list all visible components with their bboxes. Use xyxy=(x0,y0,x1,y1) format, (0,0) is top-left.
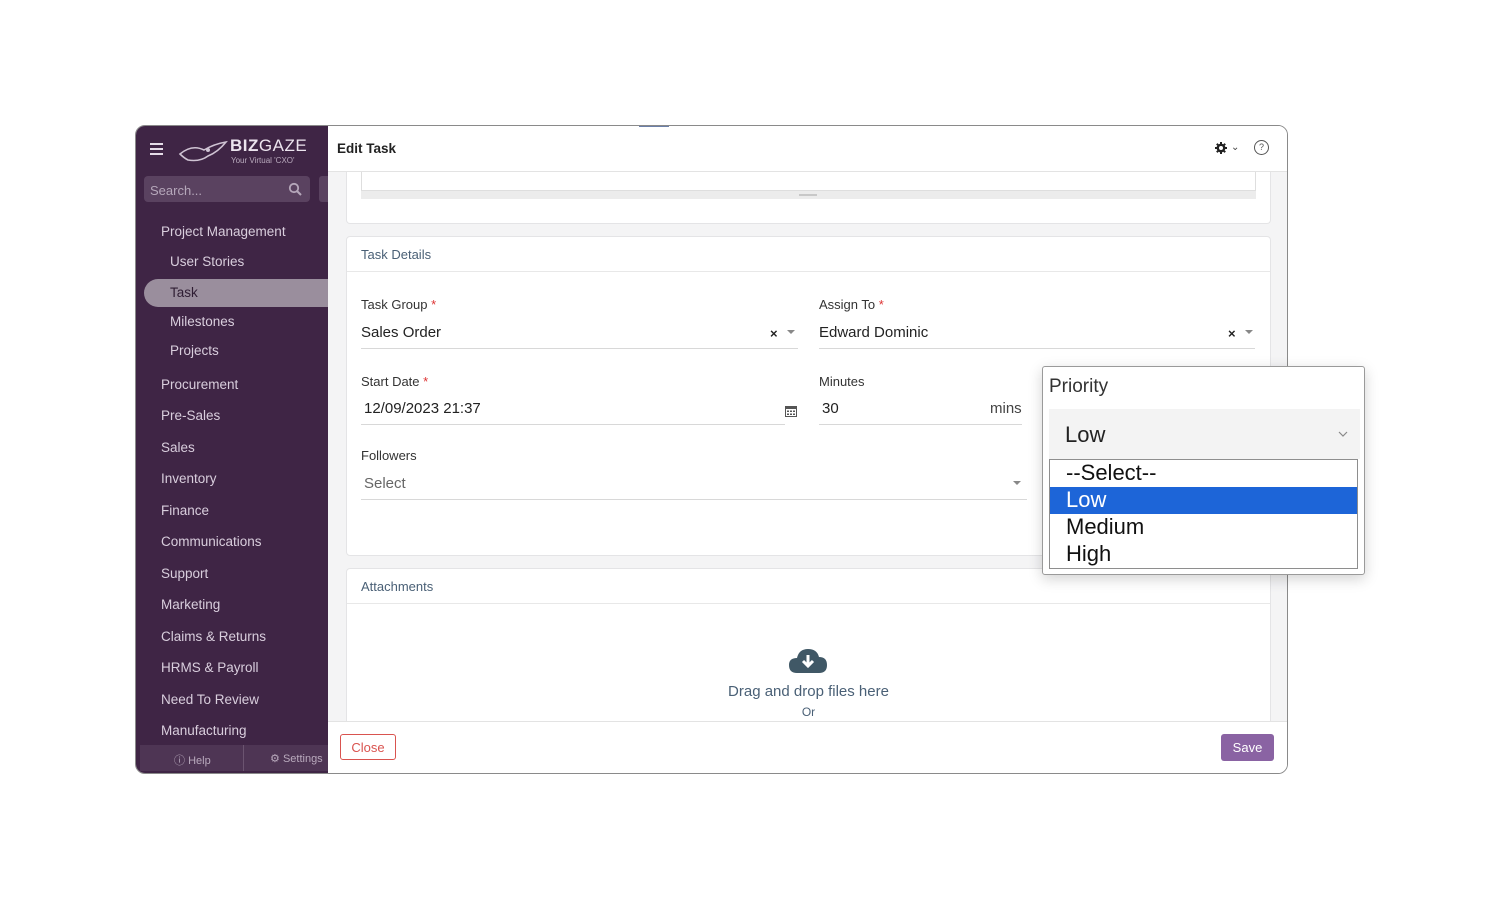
task-group-select[interactable]: Sales Order × xyxy=(361,318,798,349)
settings-link[interactable]: ⚙ Settings xyxy=(270,752,323,765)
sidebar-item-procurement[interactable]: Procurement xyxy=(161,377,238,392)
sidebar-item-need-to-review[interactable]: Need To Review xyxy=(161,692,259,707)
followers-placeholder: Select xyxy=(364,475,406,492)
description-card xyxy=(346,166,1271,224)
priority-option-select[interactable]: --Select-- xyxy=(1050,460,1357,487)
sidebar-item-projects[interactable]: Projects xyxy=(170,343,219,358)
priority-label: Priority xyxy=(1049,376,1109,397)
sidebar-item-marketing[interactable]: Marketing xyxy=(161,597,220,612)
sidebar-item-label: Task xyxy=(170,285,198,300)
minutes-label: Minutes xyxy=(819,374,865,389)
top-indicator xyxy=(639,126,669,127)
search-icon[interactable] xyxy=(288,182,302,196)
search-input[interactable] xyxy=(148,180,282,200)
sidebar: BIZGAZE Your Virtual 'CXO' Project Manag… xyxy=(136,126,334,773)
minutes-input[interactable]: 30 mins xyxy=(819,394,1022,425)
drag-drop-text: Drag and drop files here xyxy=(728,683,889,700)
assign-to-label: Assign To * xyxy=(819,297,884,312)
footer-divider xyxy=(243,745,244,771)
clear-icon[interactable]: × xyxy=(770,326,778,341)
or-text: Or xyxy=(801,705,816,719)
editor-resize-handle[interactable] xyxy=(361,191,1256,199)
task-group-label: Task Group * xyxy=(361,297,437,312)
priority-option-medium[interactable]: Medium xyxy=(1050,514,1357,541)
priority-options-list: --Select-- Low Medium High xyxy=(1049,459,1358,569)
brand-tagline: Your Virtual 'CXO' xyxy=(231,156,295,165)
cloud-download-icon[interactable] xyxy=(787,645,829,677)
calendar-icon[interactable] xyxy=(785,405,797,417)
clear-icon[interactable]: × xyxy=(1228,326,1236,341)
dialog-header: Edit Task ⌄ ? xyxy=(328,126,1287,172)
assign-to-value: Edward Dominic xyxy=(819,324,929,341)
close-button[interactable]: Close xyxy=(340,734,396,760)
section-title: Attachments xyxy=(361,579,434,594)
bizgaze-logo[interactable]: BIZGAZE Your Virtual 'CXO' xyxy=(178,136,318,168)
sidebar-item-pre-sales[interactable]: Pre-Sales xyxy=(161,408,220,423)
sidebar-item-support[interactable]: Support xyxy=(161,566,208,581)
help-icon[interactable]: ? xyxy=(1254,140,1269,155)
gear-icon[interactable] xyxy=(1215,142,1227,154)
caret-down-icon[interactable] xyxy=(1245,330,1253,334)
page-title: Edit Task xyxy=(337,141,397,156)
task-group-value: Sales Order xyxy=(361,324,442,341)
start-date-input[interactable]: 12/09/2023 21:37 xyxy=(361,394,785,425)
section-title: Task Details xyxy=(361,247,432,262)
sidebar-collapse-handle[interactable] xyxy=(319,176,328,202)
caret-down-icon[interactable] xyxy=(1013,481,1021,485)
start-date-label: Start Date * xyxy=(361,374,429,389)
minutes-value: 30 xyxy=(822,400,839,417)
settings-cog-icon: ⚙ xyxy=(270,753,280,765)
task-details-header: Task Details xyxy=(347,237,1270,272)
sidebar-item-claims-returns[interactable]: Claims & Returns xyxy=(161,629,266,644)
sidebar-item-task[interactable]: Task xyxy=(144,279,334,307)
settings-label: Settings xyxy=(282,753,323,765)
priority-option-high[interactable]: High xyxy=(1050,541,1357,568)
start-date-value: 12/09/2023 21:37 xyxy=(364,400,481,417)
sidebar-search xyxy=(144,176,310,202)
chevron-down-icon[interactable] xyxy=(1338,429,1348,439)
save-button[interactable]: Save xyxy=(1221,734,1274,761)
chevron-down-icon[interactable]: ⌄ xyxy=(1231,142,1239,153)
logo-eagle-icon xyxy=(178,140,228,162)
assign-to-select[interactable]: Edward Dominic × xyxy=(819,318,1255,349)
sidebar-item-inventory[interactable]: Inventory xyxy=(161,471,217,486)
sidebar-item-sales[interactable]: Sales xyxy=(161,440,195,455)
priority-select[interactable]: Low xyxy=(1049,409,1360,459)
sidebar-item-communications[interactable]: Communications xyxy=(161,534,262,549)
help-link[interactable]: ⓘ Help xyxy=(174,752,211,768)
help-label: Help xyxy=(188,755,211,767)
hamburger-menu-icon[interactable] xyxy=(150,143,163,155)
sidebar-footer: ⓘ Help ⚙ Settings xyxy=(140,745,328,771)
dialog-footer: Close Save xyxy=(328,721,1287,773)
sidebar-item-hrms-payroll[interactable]: HRMS & Payroll xyxy=(161,660,259,675)
sidebar-item-milestones[interactable]: Milestones xyxy=(170,314,235,329)
sidebar-item-finance[interactable]: Finance xyxy=(161,503,209,518)
priority-selected-value: Low xyxy=(1065,422,1106,447)
followers-label: Followers xyxy=(361,448,417,463)
sidebar-item-manufacturing[interactable]: Manufacturing xyxy=(161,723,247,738)
caret-down-icon[interactable] xyxy=(787,330,795,334)
brand-name: BIZGAZE xyxy=(230,136,308,155)
priority-dropdown-popup: Priority Low --Select-- Low Medium High xyxy=(1042,366,1365,575)
minutes-unit: mins xyxy=(990,400,1022,417)
sidebar-item-user-stories[interactable]: User Stories xyxy=(170,254,244,269)
followers-select[interactable]: Select xyxy=(361,469,1027,500)
sidebar-item-project-management[interactable]: Project Management xyxy=(161,224,286,239)
help-circle-icon: ⓘ xyxy=(174,755,185,767)
priority-option-low[interactable]: Low xyxy=(1050,487,1357,514)
